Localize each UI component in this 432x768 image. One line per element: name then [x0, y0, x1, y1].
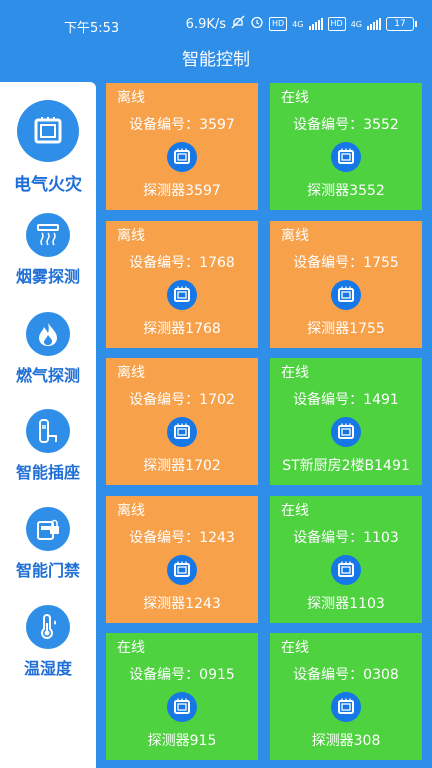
device-status: 离线	[117, 365, 145, 381]
device-number: 设备编号：1755	[293, 254, 399, 271]
device-status: 在线	[281, 365, 309, 381]
device-name: 探测器3597	[143, 183, 221, 199]
sidebar-item-gas[interactable]: 燃气探测	[0, 312, 96, 386]
door-lock-icon	[26, 507, 70, 551]
device-name: 探测器1103	[307, 595, 385, 612]
device-status: 离线	[117, 227, 145, 244]
device-number: 设备编号：3597	[129, 117, 235, 133]
sidebar-item-label: 智能插座	[15, 463, 80, 482]
sidebar-item-electric-fire[interactable]: 电气火灾	[0, 100, 96, 195]
device-card[interactable]: 在线 设备编号：3552 探测器3552	[270, 83, 422, 210]
device-name: 探测器1768	[143, 320, 221, 337]
device-card[interactable]: 在线 设备编号：0308 探测器308	[270, 633, 422, 760]
device-card[interactable]: 在线 设备编号：1103 探测器1103	[270, 495, 422, 623]
device-card[interactable]: 离线 设备编号：1702 探测器1702	[106, 358, 258, 485]
signal-bars-1-icon	[308, 18, 323, 30]
network-type-1: 4G	[292, 19, 304, 29]
device-status: 离线	[281, 227, 309, 244]
chip-icon	[331, 279, 361, 310]
sidebar-item-socket[interactable]: 智能插座	[0, 409, 96, 483]
sidebar-item-temp-humidity[interactable]: 温湿度	[0, 605, 96, 679]
device-card[interactable]: 在线 设备编号：1491 ST新厨房2楼B1491	[270, 358, 422, 485]
device-number: 设备编号：1103	[293, 529, 399, 546]
status-bar: 下午5:53 6.9K/s HD 4G HD 4G 17	[0, 0, 432, 48]
device-status: 离线	[117, 502, 145, 519]
device-card[interactable]: 离线 设备编号：1755 探测器1755	[270, 220, 422, 348]
sidebar-item-label: 烟雾探测	[15, 267, 80, 286]
device-status: 在线	[281, 502, 309, 519]
device-name: 探测器1702	[143, 458, 221, 474]
device-name: 探测器1243	[143, 595, 221, 612]
battery-icon: 17	[386, 17, 417, 31]
smoke-detector-icon	[26, 213, 70, 257]
device-number: 设备编号：1491	[293, 392, 399, 408]
device-number: 设备编号：0915	[129, 667, 235, 683]
hd-badge-1: HD	[269, 17, 288, 31]
mute-icon	[231, 15, 245, 33]
signal-bars-2-icon	[367, 18, 381, 30]
device-status: 在线	[281, 640, 309, 656]
chip-icon	[331, 692, 361, 722]
device-card[interactable]: 在线 设备编号：0915 探测器915	[106, 633, 258, 760]
chip-icon	[167, 142, 197, 172]
device-name: 探测器1755	[307, 320, 385, 337]
chip-icon	[331, 554, 361, 585]
sidebar-item-access-control[interactable]: 智能门禁	[0, 507, 96, 581]
device-number: 设备编号：0308	[293, 667, 399, 683]
page-title: 智能控制	[182, 50, 250, 70]
device-status: 在线	[281, 90, 309, 106]
device-card[interactable]: 离线 设备编号：1243 探测器1243	[106, 495, 258, 623]
network-type-2: 4G	[350, 19, 362, 29]
chip-icon	[331, 417, 361, 447]
device-name: 探测器915	[147, 733, 217, 749]
sidebar: 电气火灾 烟雾探测 燃气探测 智能插座 智能门禁 温湿度	[0, 82, 96, 768]
chip-icon	[167, 279, 197, 310]
device-card[interactable]: 离线 设备编号：3597 探测器3597	[106, 83, 258, 210]
device-card[interactable]: 离线 设备编号：1768 探测器1768	[106, 220, 258, 348]
device-name: ST新厨房2楼B1491	[282, 458, 410, 474]
sidebar-item-label: 电气火灾	[14, 175, 82, 195]
hd-badge-2: HD	[327, 17, 346, 31]
device-status: 离线	[117, 90, 145, 106]
device-number: 设备编号：3552	[293, 117, 399, 133]
sidebar-item-label: 燃气探测	[15, 366, 80, 385]
chip-icon	[167, 554, 197, 585]
socket-icon	[26, 409, 70, 453]
chip-icon	[167, 417, 197, 447]
status-time: 下午5:53	[64, 21, 120, 36]
sidebar-item-label: 温湿度	[23, 659, 72, 678]
chip-icon	[167, 692, 197, 722]
device-status: 在线	[117, 640, 145, 656]
alarm-icon	[250, 15, 264, 33]
device-number: 设备编号：1243	[129, 529, 235, 546]
network-speed: 6.9K/s	[185, 16, 227, 32]
device-number: 设备编号：1768	[129, 254, 235, 271]
thermometer-icon	[26, 605, 70, 649]
sidebar-item-label: 智能门禁	[15, 561, 80, 580]
device-name: 探测器308	[311, 733, 381, 749]
device-name: 探测器3552	[307, 183, 385, 199]
sidebar-item-smoke[interactable]: 烟雾探测	[0, 213, 96, 287]
chip-icon	[331, 142, 361, 172]
flame-icon	[26, 312, 70, 356]
device-number: 设备编号：1702	[129, 392, 235, 408]
status-icons: 6.9K/s HD 4G HD 4G 17	[185, 15, 417, 33]
electric-panel-icon	[17, 100, 79, 162]
